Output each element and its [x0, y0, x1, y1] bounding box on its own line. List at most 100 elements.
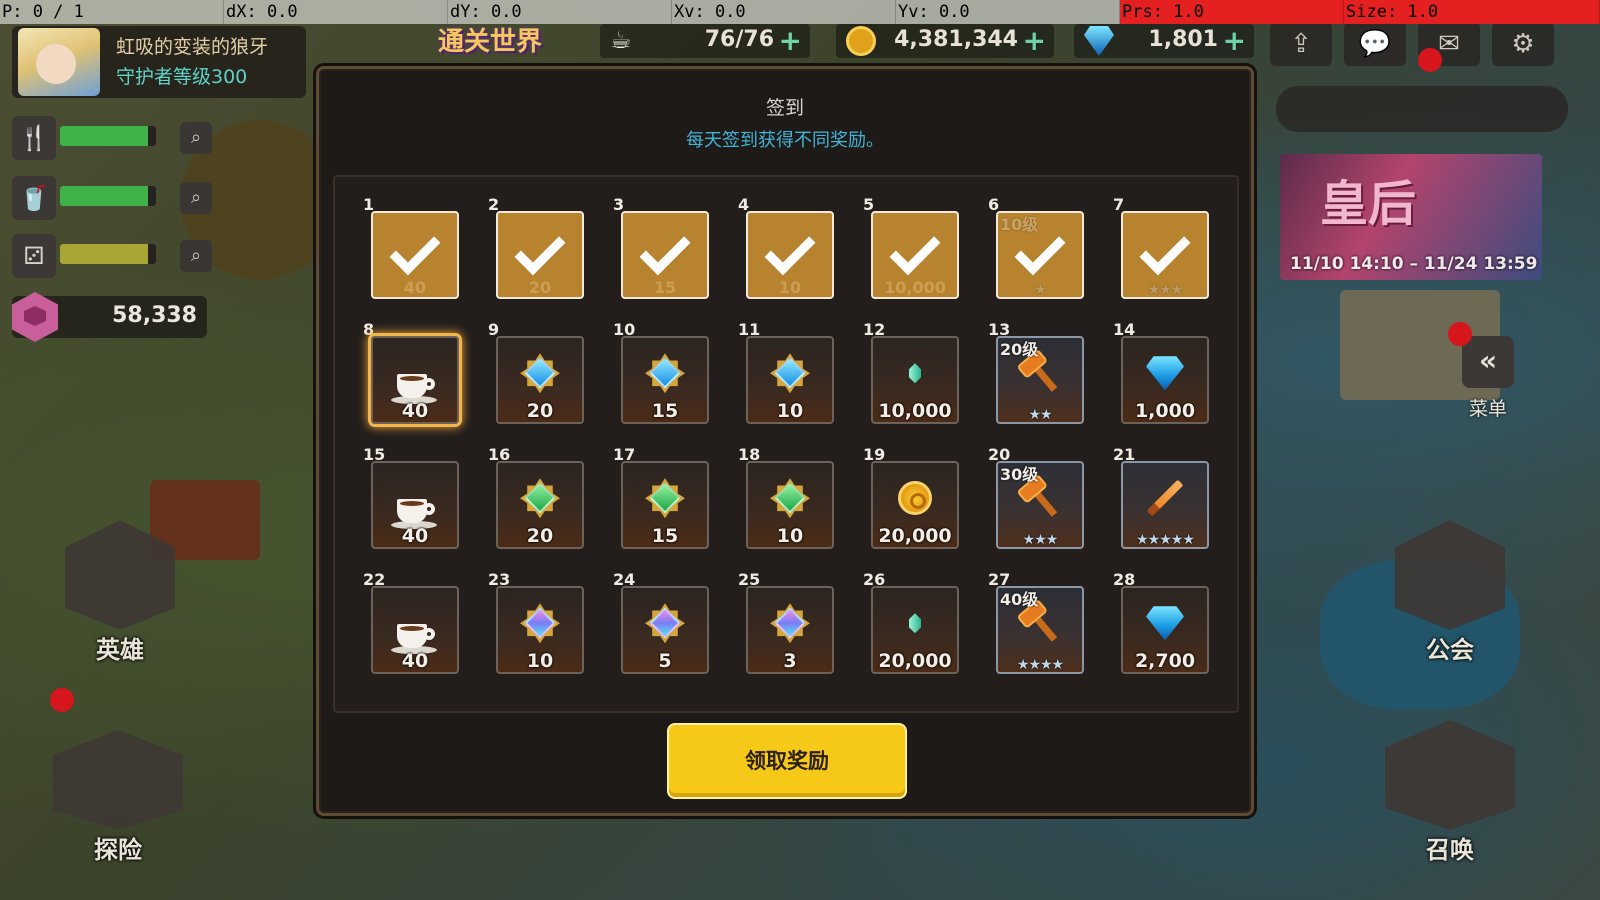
- fork-knife-icon: 🍴: [12, 116, 56, 160]
- guild-button[interactable]: 公会: [1390, 520, 1510, 665]
- reward-box: 20,000: [871, 586, 959, 674]
- reward-slot-day-2[interactable]: 2 20: [488, 195, 584, 299]
- event-title: 皇后: [1320, 176, 1417, 232]
- event-dates: 11/10 14:10 – 11/24 13:59: [1290, 254, 1538, 274]
- reward-slot-day-6[interactable]: 6 10级 ★: [988, 195, 1084, 299]
- add-stamina-button[interactable]: +: [779, 24, 802, 57]
- reward-slot-day-16[interactable]: 16 20: [488, 445, 584, 549]
- summon-label: 召唤: [1426, 836, 1474, 864]
- reward-level: 40级: [1000, 590, 1039, 609]
- claim-reward-button[interactable]: 领取奖励: [667, 723, 907, 799]
- crystal-value: 58,338: [112, 303, 197, 328]
- reward-slot-day-14[interactable]: 14 1,000: [1113, 320, 1209, 424]
- reward-box: 3: [746, 586, 834, 674]
- player-profile[interactable]: 虹吸的变装的狼牙 守护者等级300: [12, 26, 306, 98]
- player-name: 虹吸的变装的狼牙: [116, 36, 269, 58]
- reward-slot-day-13[interactable]: 13 20级 ★★: [988, 320, 1084, 424]
- share-button[interactable]: ⇪: [1270, 22, 1332, 66]
- cup-handle-shape: [423, 628, 435, 640]
- reward-slot-day-21[interactable]: 21 ★★★★★: [1113, 445, 1209, 549]
- reward-slot-day-4[interactable]: 4 10: [738, 195, 834, 299]
- menu-collapse-button[interactable]: «: [1462, 336, 1514, 388]
- debug-pressure: Prs: 1.0: [1120, 0, 1344, 24]
- guardian-level: 守护者等级300: [116, 66, 248, 88]
- reward-stars: ★★★: [1022, 532, 1059, 548]
- reward-quantity: 10,000: [878, 400, 952, 422]
- gem-counter[interactable]: 1,801 +: [1074, 24, 1254, 58]
- menu-notification-dot: [1448, 322, 1472, 346]
- compass-icon: [53, 730, 183, 830]
- diamond-icon: [1084, 26, 1114, 56]
- guild-label: 公会: [1426, 636, 1474, 664]
- reward-slot-day-10[interactable]: 10 15: [613, 320, 709, 424]
- reward-slot-day-24[interactable]: 24 5: [613, 570, 709, 674]
- touch-debug-bar: P: 0 / 1 dX: 0.0 dY: 0.0 Xv: 0.0 Yv: 0.0…: [0, 0, 1600, 24]
- reward-box: 5: [621, 586, 709, 674]
- drink-stat: 🥤 ⌕: [12, 176, 212, 220]
- reward-slot-day-8[interactable]: 8 40: [363, 320, 459, 424]
- chat-button[interactable]: 💬: [1344, 22, 1406, 66]
- search-icon: ⌕: [190, 187, 202, 208]
- food-bar: [60, 126, 156, 146]
- coin-shape: [898, 481, 932, 516]
- world-clear-banner[interactable]: 通关世界: [420, 22, 560, 66]
- reward-level: 10级: [1000, 215, 1039, 234]
- stamina-counter[interactable]: ☕ 76/76 +: [600, 24, 810, 58]
- coffee-cup-shape: [391, 624, 437, 654]
- add-gold-button[interactable]: +: [1023, 24, 1046, 57]
- reward-stars: ★: [1034, 282, 1047, 298]
- coffee-liquid-shape: [400, 501, 424, 506]
- reward-box: 40级 ★★★★: [996, 586, 1084, 674]
- search-icon: ⌕: [190, 245, 202, 266]
- explore-button[interactable]: 探险: [48, 730, 188, 865]
- avatar[interactable]: [18, 28, 100, 96]
- reward-box: 15: [621, 336, 709, 424]
- food-search-button[interactable]: ⌕: [180, 122, 212, 154]
- reward-slot-day-23[interactable]: 23 10: [488, 570, 584, 674]
- fun-search-button[interactable]: ⌕: [180, 240, 212, 272]
- reward-box: 20: [496, 211, 584, 299]
- reward-slot-day-12[interactable]: 12 10,000: [863, 320, 959, 424]
- reward-quantity: 20,000: [878, 525, 952, 547]
- reward-quantity: 10: [776, 525, 804, 547]
- gold-counter[interactable]: 4,381,344 +: [836, 24, 1054, 58]
- reward-box: 10: [746, 461, 834, 549]
- reward-box: 10,000: [871, 336, 959, 424]
- reward-box: 10级 ★: [996, 211, 1084, 299]
- drink-search-button[interactable]: ⌕: [180, 182, 212, 214]
- reward-slot-day-15[interactable]: 15 40: [363, 445, 459, 549]
- reward-slot-day-9[interactable]: 9 20: [488, 320, 584, 424]
- crystal-counter[interactable]: 58,338: [12, 292, 207, 342]
- checkmark-icon: [1139, 224, 1191, 276]
- reward-slot-day-28[interactable]: 28 2,700: [1113, 570, 1209, 674]
- reward-slot-day-11[interactable]: 11 10: [738, 320, 834, 424]
- explore-notification-dot: [50, 688, 74, 712]
- top-right-panel[interactable]: [1276, 86, 1568, 132]
- settings-button[interactable]: ⚙: [1492, 22, 1554, 66]
- reward-quantity: 40: [401, 400, 429, 422]
- checkmark-icon: [889, 224, 941, 276]
- reward-slot-day-20[interactable]: 20 30级 ★★★: [988, 445, 1084, 549]
- reward-box: 40: [371, 336, 459, 424]
- heroes-button[interactable]: 英雄: [60, 520, 180, 665]
- coffee-icon: ☕: [610, 26, 632, 54]
- reward-slot-day-5[interactable]: 5 10,000: [863, 195, 959, 299]
- debug-dy: dY: 0.0: [448, 0, 672, 24]
- event-banner[interactable]: 皇后 11/10 14:10 – 11/24 13:59: [1280, 154, 1542, 280]
- reward-slot-day-27[interactable]: 27 40级 ★★★★: [988, 570, 1084, 674]
- reward-slot-day-25[interactable]: 25 3: [738, 570, 834, 674]
- reward-slot-day-1[interactable]: 1 40: [363, 195, 459, 299]
- menu-label: 菜单: [1468, 398, 1507, 420]
- summon-button[interactable]: 召唤: [1380, 720, 1520, 865]
- reward-slot-day-18[interactable]: 18 10: [738, 445, 834, 549]
- reward-slot-day-3[interactable]: 3 15: [613, 195, 709, 299]
- reward-slot-day-26[interactable]: 26 20,000: [863, 570, 959, 674]
- reward-slot-day-7[interactable]: 7 ★★★: [1113, 195, 1209, 299]
- reward-box: 15: [621, 461, 709, 549]
- reward-slot-day-19[interactable]: 19 20,000: [863, 445, 959, 549]
- add-gems-button[interactable]: +: [1223, 24, 1246, 57]
- reward-slot-day-17[interactable]: 17 15: [613, 445, 709, 549]
- stamina-value: 76/76: [704, 27, 774, 52]
- fun-stat: ⚂ ⌕: [12, 234, 212, 278]
- reward-slot-day-22[interactable]: 22 40: [363, 570, 459, 674]
